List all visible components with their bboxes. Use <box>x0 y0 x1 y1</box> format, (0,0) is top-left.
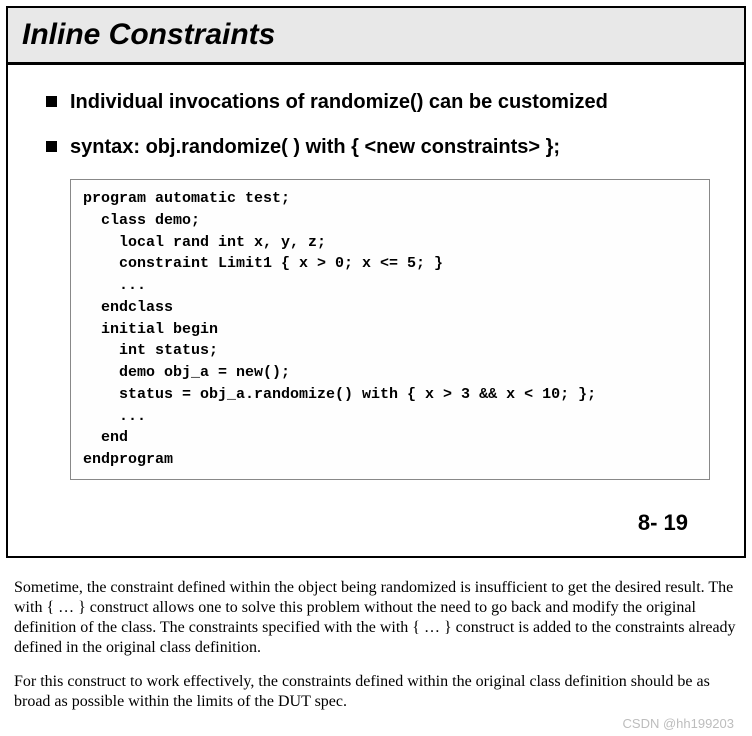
slide-content: Individual invocations of randomize() ca… <box>8 65 744 556</box>
bullet-list: Individual invocations of randomize() ca… <box>42 89 710 161</box>
notes-paragraph: For this construct to work effectively, … <box>14 672 738 712</box>
speaker-notes: Sometime, the constraint defined within … <box>0 564 752 736</box>
notes-paragraph: Sometime, the constraint defined within … <box>14 578 738 658</box>
slide-frame: Inline Constraints Individual invocation… <box>6 6 746 558</box>
title-bar: Inline Constraints <box>8 8 744 65</box>
page-number: 8- 19 <box>42 480 710 546</box>
bullet-item: Individual invocations of randomize() ca… <box>42 89 710 116</box>
code-block: program automatic test; class demo; loca… <box>70 179 710 480</box>
slide-title: Inline Constraints <box>22 18 730 52</box>
bullet-item: syntax: obj.randomize( ) with { <new con… <box>42 134 710 161</box>
watermark-text: CSDN @hh199203 <box>0 716 752 731</box>
